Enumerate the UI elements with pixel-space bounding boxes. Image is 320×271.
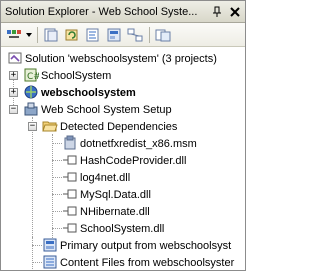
view-designer-icon[interactable] xyxy=(104,25,124,45)
tree-item-project[interactable]: − Web School System Setup xyxy=(1,101,245,118)
tree-item-dependency[interactable]: log4net.dll xyxy=(1,169,245,186)
primary-output-icon xyxy=(42,237,58,253)
dependency-label: dotnetfxredist_x86.msm xyxy=(80,137,197,150)
tree-item-dependency[interactable]: HashCodeProvider.dll xyxy=(1,152,245,169)
toolbar-separator xyxy=(149,26,150,43)
dependency-label: NHibernate.dll xyxy=(80,205,150,218)
show-all-files-icon[interactable] xyxy=(41,25,61,45)
project-label: Web School System Setup xyxy=(41,103,172,116)
collapse-minus-icon[interactable]: − xyxy=(9,105,18,114)
tree-line xyxy=(52,143,62,144)
tree-line xyxy=(52,228,62,229)
tree-line xyxy=(32,262,42,263)
assembly-icon xyxy=(62,186,78,202)
merge-module-icon xyxy=(62,135,78,151)
dropdown-arrow-icon[interactable] xyxy=(25,25,33,45)
solution-icon xyxy=(7,50,23,66)
tree-item-solution[interactable]: Solution 'webschoolsystem' (3 projects) xyxy=(1,50,245,67)
web-project-icon xyxy=(23,84,39,100)
solution-label: Solution 'webschoolsystem' (3 projects) xyxy=(25,52,217,65)
tree-item-project[interactable]: + C# SchoolSystem xyxy=(1,67,245,84)
refresh-icon[interactable] xyxy=(62,25,82,45)
title-bar: Solution Explorer - Web School Syste... xyxy=(1,1,245,23)
setup-project-icon xyxy=(23,101,39,117)
view-code-icon[interactable] xyxy=(83,25,103,45)
collapse-minus-icon[interactable]: − xyxy=(28,122,37,131)
toolbar xyxy=(1,23,245,47)
assembly-icon xyxy=(62,220,78,236)
assembly-icon xyxy=(62,169,78,185)
tree-item-output[interactable]: Primary output from webschoolsyst xyxy=(1,237,245,254)
close-icon[interactable] xyxy=(227,4,243,20)
window-title: Solution Explorer - Web School Syste... xyxy=(5,5,198,18)
copy-website-icon[interactable] xyxy=(153,25,173,45)
folder-open-icon xyxy=(42,118,58,134)
assembly-icon xyxy=(62,152,78,168)
solution-tree: Solution 'webschoolsystem' (3 projects) … xyxy=(1,47,245,270)
assembly-icon xyxy=(62,203,78,219)
expand-plus-icon[interactable]: + xyxy=(9,88,18,97)
tree-item-project[interactable]: + webschoolsystem xyxy=(1,84,245,101)
class-diagram-icon[interactable] xyxy=(125,25,145,45)
solution-explorer-window: Solution Explorer - Web School Syste... xyxy=(0,0,246,271)
dependency-label: SchoolSystem.dll xyxy=(80,222,165,235)
tree-line xyxy=(52,160,62,161)
tree-line xyxy=(52,211,62,212)
dependency-label: log4net.dll xyxy=(80,171,131,184)
tree-item-output[interactable]: Content Files from webschoolsyster xyxy=(1,254,245,270)
tree-line xyxy=(32,245,42,246)
tree-item-dependency[interactable]: dotnetfxredist_x86.msm xyxy=(1,135,245,152)
tree-item-detected-dependencies[interactable]: − Detected Dependencies xyxy=(1,118,245,135)
tree-line xyxy=(52,194,62,195)
svg-text:C#: C# xyxy=(27,72,39,82)
csharp-project-icon: C# xyxy=(23,67,41,83)
tree-line xyxy=(52,177,62,178)
dependency-label: HashCodeProvider.dll xyxy=(80,154,187,167)
pin-icon[interactable] xyxy=(209,4,225,20)
toolbar-separator xyxy=(37,26,38,43)
tree-item-dependency[interactable]: SchoolSystem.dll xyxy=(1,220,245,237)
tree-item-dependency[interactable]: MySql.Data.dll xyxy=(1,186,245,203)
content-files-icon xyxy=(42,254,58,270)
project-label: SchoolSystem xyxy=(41,69,112,82)
output-label: Content Files from webschoolsyster xyxy=(60,256,235,269)
properties-icon[interactable] xyxy=(4,25,24,45)
expand-plus-icon[interactable]: + xyxy=(9,71,18,80)
dependency-label: MySql.Data.dll xyxy=(80,188,151,201)
folder-label: Detected Dependencies xyxy=(60,120,178,133)
tree-item-dependency[interactable]: NHibernate.dll xyxy=(1,203,245,220)
output-label: Primary output from webschoolsyst xyxy=(60,239,232,252)
project-label: webschoolsystem xyxy=(41,86,136,99)
